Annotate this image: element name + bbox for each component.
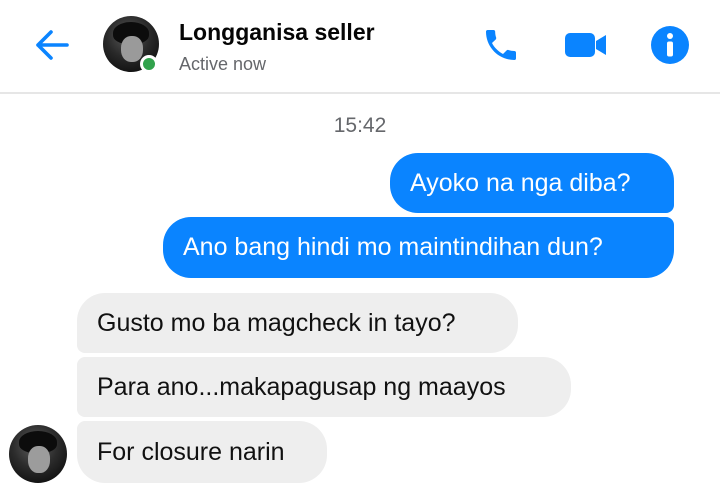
sent-message-bubble[interactable]: Ayoko na nga diba? <box>390 153 674 213</box>
online-status-dot <box>140 55 158 73</box>
chat-header: Longganisa seller Active now <box>0 0 720 94</box>
back-arrow-icon <box>36 30 69 60</box>
received-message-bubble[interactable]: Gusto mo ba magcheck in tayo? <box>77 293 518 353</box>
received-message-bubble[interactable]: Para ano...makapagusap ng maayos <box>77 357 571 417</box>
phone-icon <box>486 30 516 60</box>
received-message-bubble[interactable]: For closure narin <box>77 421 327 483</box>
active-status-text: Active now <box>179 54 267 74</box>
contact-name[interactable]: Longganisa seller <box>179 19 375 46</box>
sent-message-bubble[interactable]: Ano bang hindi mo maintindihan dun? <box>163 217 674 278</box>
info-icon <box>651 26 689 64</box>
video-camera-icon <box>565 33 606 57</box>
message-timestamp: 15:42 <box>333 114 387 137</box>
call-button[interactable] <box>478 22 524 68</box>
sender-avatar[interactable] <box>9 425 67 483</box>
back-button[interactable] <box>28 24 76 66</box>
info-button[interactable] <box>647 22 693 68</box>
video-call-button[interactable] <box>563 22 609 68</box>
